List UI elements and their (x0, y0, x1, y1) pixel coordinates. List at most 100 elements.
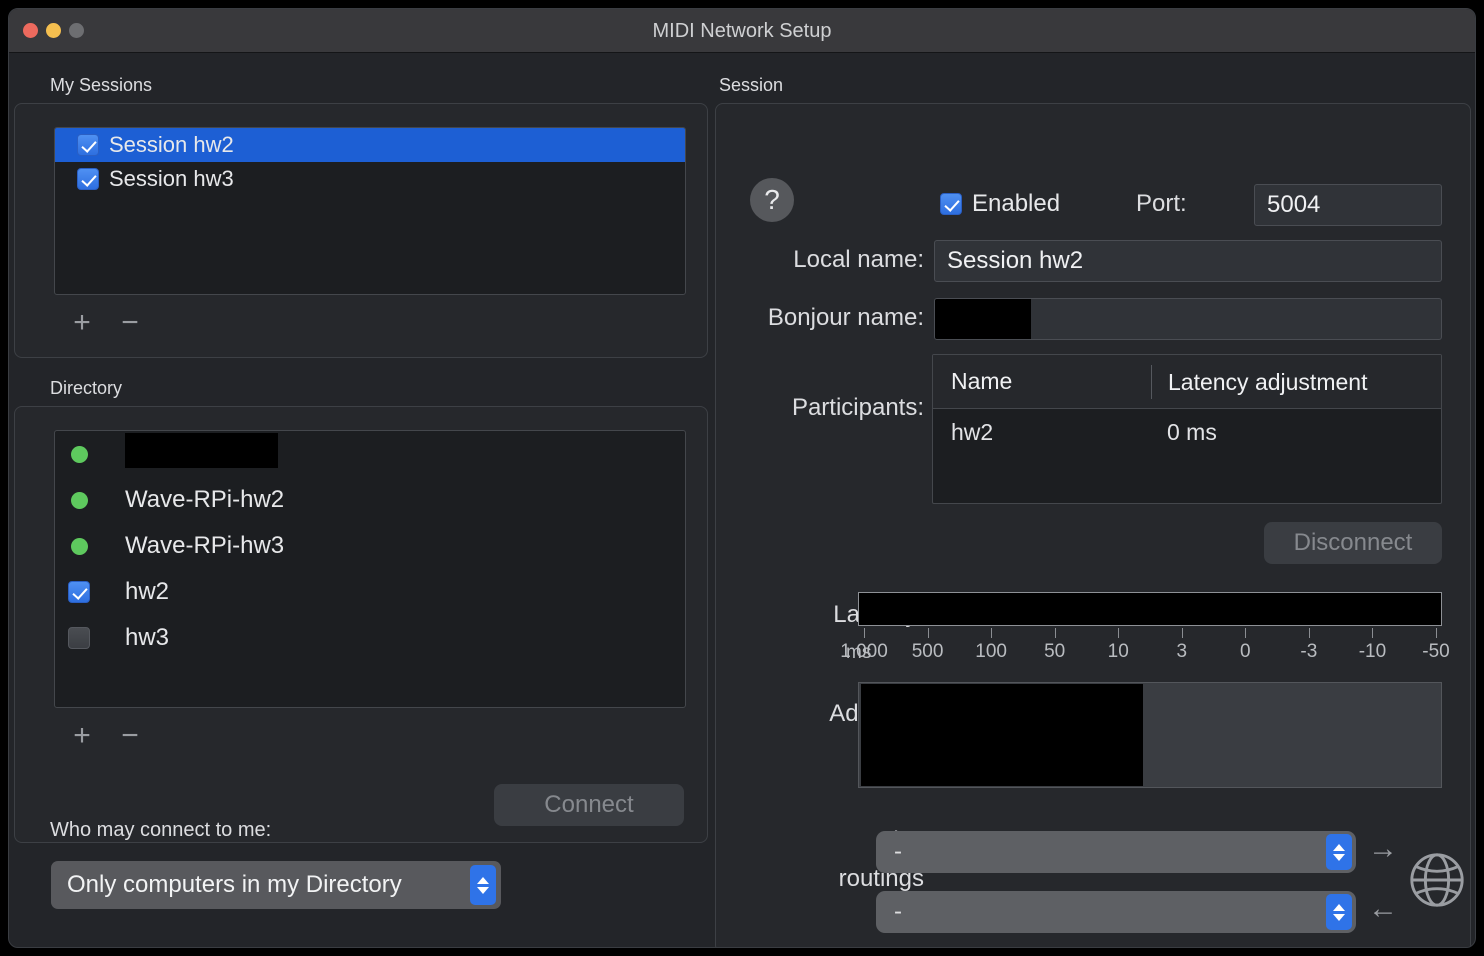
list-item[interactable]: Wave-RPi-hw3 (55, 523, 685, 569)
window-title: MIDI Network Setup (652, 20, 832, 42)
status-slot (55, 537, 103, 555)
latency-tick-label: 50 (1044, 641, 1066, 662)
port-value: 5004 (1267, 191, 1321, 218)
directory-entry-name: hw2 (125, 578, 170, 605)
sessions-add-remove-controls: + − (67, 308, 145, 340)
latency-tick-label: 10 (1107, 641, 1129, 662)
latency-tick-mark (927, 628, 929, 638)
disconnect-button[interactable]: Disconnect (1264, 522, 1442, 564)
participant-name: hw2 (951, 418, 994, 445)
latency-tick-mark (991, 628, 993, 638)
right-column: Session ? Enabled Port: 5004 Local name:… (713, 53, 1475, 947)
latency-tick-mark (1245, 628, 1247, 638)
my-sessions-group: Session hw2 Session hw3 + − (14, 103, 708, 358)
directory-entry-name: Wave-RPi-hw2 (125, 486, 285, 513)
table-header-row: Name Latency adjustment (933, 355, 1441, 409)
help-icon[interactable]: ? (750, 178, 794, 222)
minimize-window-icon[interactable] (46, 23, 61, 38)
online-status-icon (70, 537, 88, 555)
latency-tick-mark (1308, 628, 1310, 638)
connect-button[interactable]: Connect (494, 784, 684, 826)
list-item[interactable]: hw3 (55, 615, 685, 661)
chevron-updown-icon[interactable] (470, 865, 496, 905)
list-item[interactable]: Wave-RPi-hw2 (55, 477, 685, 523)
live-routing-output-dropdown[interactable]: - (876, 831, 1356, 873)
status-slot (55, 445, 103, 463)
enabled-label: Enabled (972, 190, 1061, 217)
latency-tick-mark (1372, 628, 1374, 638)
list-item[interactable]: Session hw3 (55, 162, 685, 196)
port-input[interactable]: 5004 (1254, 184, 1442, 226)
port-label: Port: (1136, 190, 1187, 217)
address-value (858, 682, 1442, 788)
directory-entry-name (125, 433, 278, 475)
latency-scale: 1 000 500 100 50 10 3 0 -3 -10 -50 (840, 628, 1450, 670)
status-slot (55, 581, 103, 603)
directory-entry-name: Wave-RPi-hw3 (125, 532, 285, 559)
session-enabled-toggle[interactable] (940, 193, 962, 215)
participants-label: Participants: (791, 394, 924, 421)
chevron-updown-icon[interactable] (1326, 894, 1352, 930)
redacted-text (125, 433, 278, 468)
session-header: Session (719, 75, 784, 95)
traffic-light-buttons (23, 23, 84, 38)
chevron-updown-icon[interactable] (1326, 834, 1352, 870)
online-status-icon (70, 445, 88, 463)
directory-entry-checkbox[interactable] (68, 581, 90, 603)
directory-group: Wave-RPi-hw2 Wave-RPi-hw3 hw2 hw3 + − (14, 406, 708, 843)
live-routing-input-value: - (894, 898, 902, 925)
my-sessions-list[interactable]: Session hw2 Session hw3 (54, 127, 686, 295)
latency-tick-label: 100 (975, 641, 1007, 662)
status-slot (55, 491, 103, 509)
status-slot (55, 627, 103, 649)
who-may-connect-label: Who may connect to me: (50, 819, 272, 841)
session-name: Session hw3 (109, 166, 234, 191)
add-directory-entry-button[interactable]: + (67, 721, 97, 753)
latency-tick-label: 500 (911, 641, 944, 662)
arrow-left-icon: ← (1368, 892, 1398, 925)
arrow-right-icon: → (1368, 832, 1398, 865)
latency-tick-mark (1054, 628, 1056, 638)
directory-entry-name: hw3 (125, 624, 170, 651)
latency-tick-label: -3 (1300, 641, 1318, 662)
latency-tick-label: 1 000 (840, 641, 888, 662)
latency-tick-mark (1436, 628, 1437, 638)
remove-directory-entry-button[interactable]: − (115, 721, 145, 753)
bonjour-name-input[interactable] (934, 298, 1442, 340)
list-item[interactable]: hw2 (55, 569, 685, 615)
directory-entry-checkbox[interactable] (68, 627, 90, 649)
list-item[interactable] (55, 431, 685, 477)
list-item[interactable]: Session hw2 (55, 128, 685, 162)
latency-tick-mark (1118, 628, 1120, 638)
session-enabled-checkbox[interactable] (77, 168, 99, 190)
latency-tick-mark (864, 628, 865, 638)
participants-table[interactable]: Name Latency adjustment hw2 0 ms (932, 354, 1442, 504)
latency-tick-label: 0 (1240, 641, 1251, 662)
session-name: Session hw2 (109, 132, 234, 157)
latency-tick-label: -50 (1422, 641, 1450, 662)
session-detail-panel: ? Enabled Port: 5004 Local name: Session… (715, 103, 1471, 947)
latency-slider[interactable] (858, 592, 1442, 626)
table-row[interactable]: hw2 0 ms (933, 409, 1441, 455)
online-status-icon (70, 491, 88, 509)
directory-add-remove-controls: + − (67, 721, 145, 753)
who-may-connect-value: Only computers in my Directory (67, 871, 402, 898)
column-header-name: Name (951, 368, 1013, 394)
close-window-icon[interactable] (23, 23, 38, 38)
zoom-window-icon[interactable] (69, 23, 84, 38)
local-name-value: Session hw2 (947, 247, 1084, 274)
local-name-input[interactable]: Session hw2 (934, 240, 1442, 282)
column-header-latency: Latency adjustment (1151, 364, 1367, 399)
left-column: My Sessions Session hw2 Session hw3 + − (9, 53, 713, 947)
latency-tick-label: -10 (1358, 641, 1387, 662)
who-may-connect-dropdown[interactable]: Only computers in my Directory (51, 861, 501, 909)
remove-session-button[interactable]: − (115, 308, 145, 340)
session-enabled-checkbox[interactable] (77, 134, 99, 156)
directory-list[interactable]: Wave-RPi-hw2 Wave-RPi-hw3 hw2 hw3 (54, 430, 686, 708)
latency-tick-mark (1181, 628, 1183, 638)
live-routing-output-value: - (894, 838, 902, 865)
live-routing-input-dropdown[interactable]: - (876, 891, 1356, 933)
participant-latency: 0 ms (1167, 418, 1217, 445)
add-session-button[interactable]: + (67, 308, 97, 340)
bonjour-name-label: Bonjour name: (767, 304, 924, 331)
